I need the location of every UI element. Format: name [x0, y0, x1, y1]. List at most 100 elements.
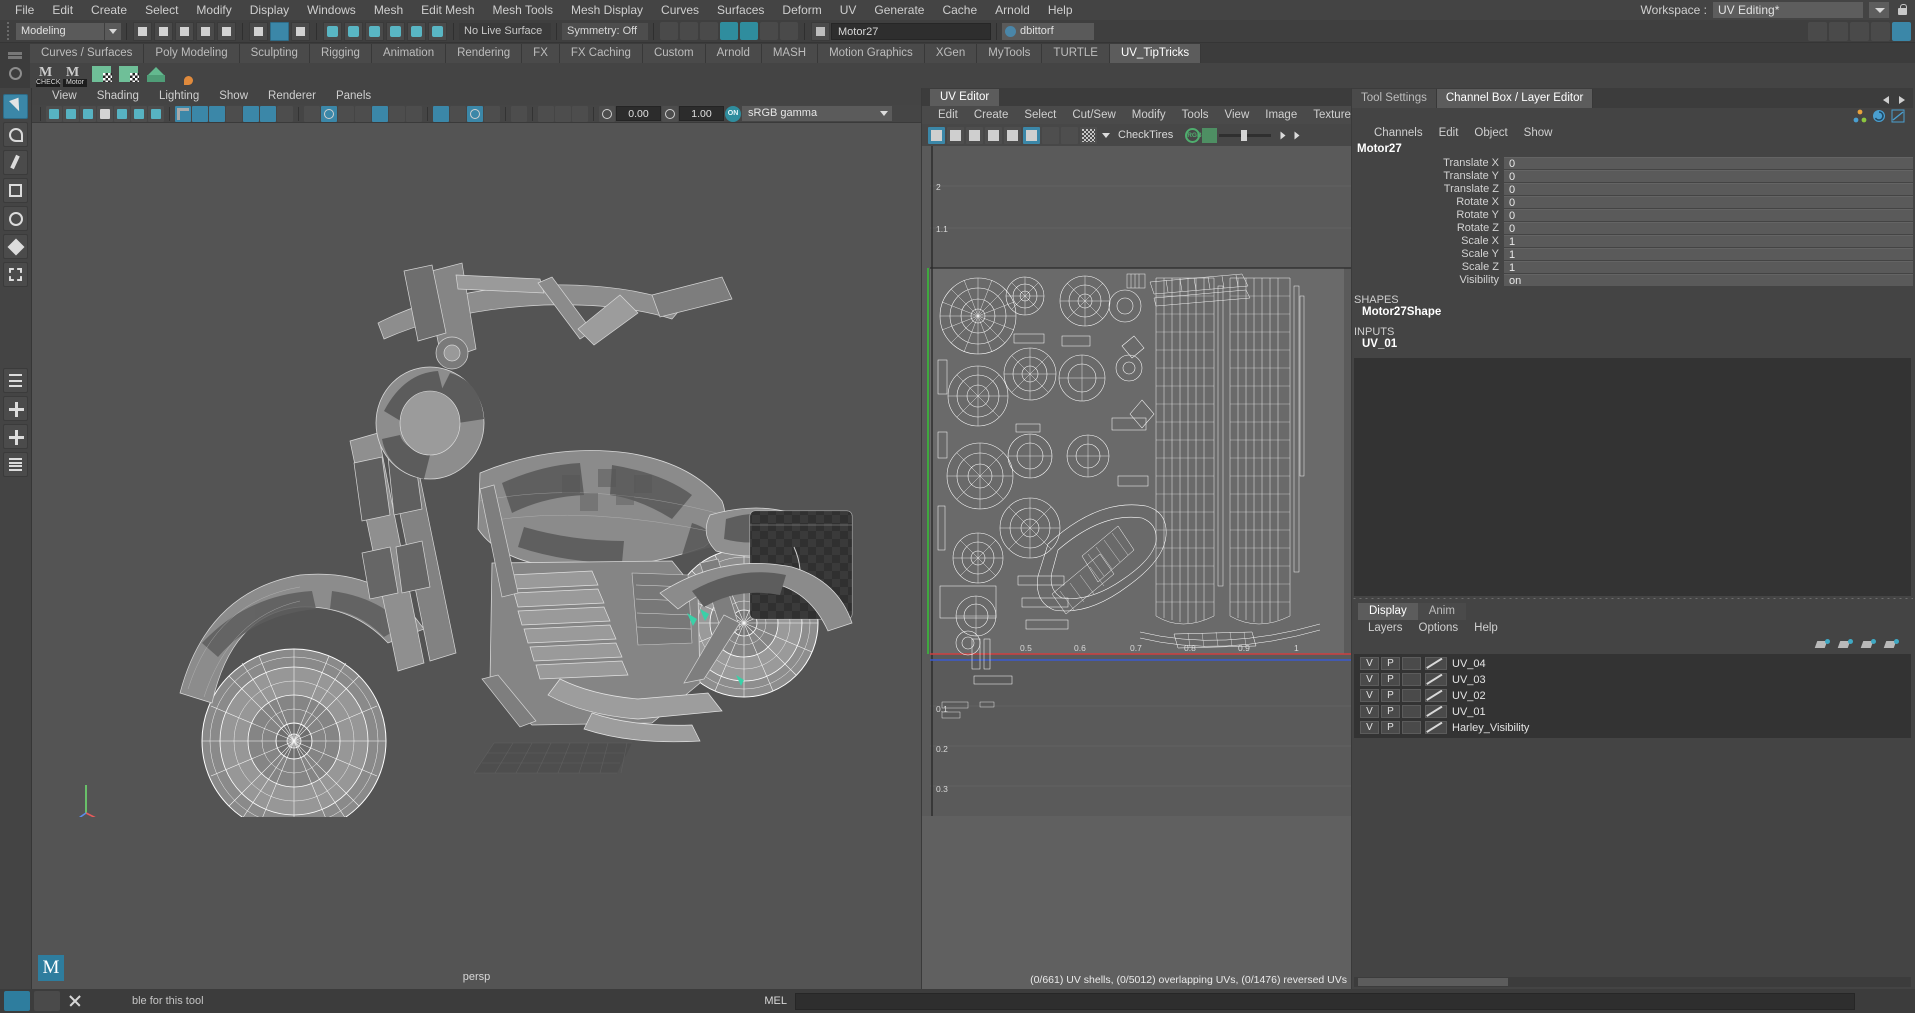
- menu-uv[interactable]: UV: [831, 0, 866, 20]
- menu-set-chevron-down-icon[interactable]: [105, 23, 121, 40]
- layer-visibility-toggle[interactable]: V: [1360, 705, 1379, 718]
- menu-deform[interactable]: Deform: [773, 0, 830, 20]
- layer-name[interactable]: UV_04: [1452, 658, 1486, 670]
- channel-value[interactable]: 0: [1504, 222, 1913, 234]
- menu-mesh-tools[interactable]: Mesh Tools: [484, 0, 562, 20]
- layer-name[interactable]: UV_03: [1452, 674, 1486, 686]
- select-tool-button[interactable]: [3, 94, 28, 119]
- layer-visibility-toggle[interactable]: V: [1360, 673, 1379, 686]
- layer-color-swatch[interactable]: [1425, 657, 1447, 670]
- toolbar-grip[interactable]: [5, 21, 13, 41]
- channel-value[interactable]: on: [1504, 274, 1913, 286]
- tab-uv-editor[interactable]: UV Editor: [930, 89, 999, 106]
- shelf-tab-custom[interactable]: Custom: [643, 44, 706, 63]
- shaded-wireframe-button[interactable]: [355, 106, 371, 122]
- open-scene-button[interactable]: [154, 22, 173, 41]
- new-scene-button[interactable]: [133, 22, 152, 41]
- tab-channel-box-layer-editor[interactable]: Channel Box / Layer Editor: [1437, 89, 1593, 108]
- menu-modify[interactable]: Modify: [187, 0, 240, 20]
- attribute-spreadsheet-icon[interactable]: [1872, 109, 1886, 123]
- layer-row-uv-04[interactable]: V P UV_04: [1354, 656, 1911, 672]
- channelbox-menu-edit[interactable]: Edit: [1431, 127, 1467, 139]
- channel-value[interactable]: 0: [1504, 157, 1913, 169]
- slider-knob[interactable]: [1241, 130, 1247, 141]
- hypershade-layout-button[interactable]: [3, 452, 28, 477]
- shelf-tab-mytools[interactable]: MyTools: [977, 44, 1042, 63]
- graph-editor-icon[interactable]: [1891, 109, 1905, 123]
- xray-joints-button[interactable]: [243, 106, 259, 122]
- user-account-button[interactable]: dbittorf: [1002, 23, 1094, 40]
- exposure-icon[interactable]: [599, 106, 615, 122]
- perspective-viewport[interactable]: persp M: [32, 123, 921, 989]
- resolution-gate-button[interactable]: [209, 106, 225, 122]
- snap-to-grid-button[interactable]: [323, 22, 342, 41]
- uv-toggle-image-button[interactable]: [928, 127, 945, 144]
- menu-set-selector[interactable]: Modeling: [16, 23, 104, 40]
- snap-to-view-plane-button[interactable]: [407, 22, 426, 41]
- four-view-layout-button[interactable]: [3, 368, 28, 393]
- make-live-button[interactable]: [428, 22, 447, 41]
- image-curve-icon[interactable]: [1202, 128, 1217, 143]
- use-all-lights-button[interactable]: [406, 106, 422, 122]
- shelf-tab-sculpting[interactable]: Sculpting: [240, 44, 310, 63]
- modeling-toolkit-icon[interactable]: [1808, 22, 1827, 41]
- lasso-select-tool-button[interactable]: [3, 122, 28, 147]
- shelf-tab-poly-modeling[interactable]: Poly Modeling: [144, 44, 239, 63]
- channelbox-menu-object[interactable]: Object: [1466, 127, 1515, 139]
- layer-row-uv-01[interactable]: V P UV_01: [1354, 704, 1911, 720]
- last-tool-button[interactable]: [3, 262, 28, 287]
- layer-name[interactable]: UV_02: [1452, 690, 1486, 702]
- gate-mask-button[interactable]: [226, 106, 242, 122]
- create-layer-from-selected-icon[interactable]: [1885, 639, 1899, 650]
- xray-mode-button[interactable]: [538, 106, 554, 122]
- persp-outliner-layout-button[interactable]: [3, 424, 28, 449]
- shelf-grip[interactable]: [0, 43, 30, 88]
- check-shelf-icon[interactable]: M CHECK: [36, 64, 60, 87]
- menu-help[interactable]: Help: [1039, 0, 1082, 20]
- shelf-tab-mash[interactable]: MASH: [762, 44, 818, 63]
- grid-toggle-button[interactable]: [175, 106, 191, 122]
- tab-display-layers[interactable]: Display: [1358, 603, 1418, 620]
- uv-texture-borders-button[interactable]: [1004, 127, 1021, 144]
- uv-menu-create[interactable]: Create: [966, 106, 1017, 124]
- flat-shade-button[interactable]: [338, 106, 354, 122]
- menu-file[interactable]: File: [6, 0, 43, 20]
- shadows-button[interactable]: [433, 106, 449, 122]
- viewport-menu-shading[interactable]: Shading: [87, 88, 149, 105]
- camera-attributes-button[interactable]: [63, 106, 79, 122]
- snap-to-curve-button[interactable]: [344, 22, 363, 41]
- shelf-tab-rigging[interactable]: Rigging: [310, 44, 372, 63]
- viewport-menu-lighting[interactable]: Lighting: [149, 88, 209, 105]
- menu-edit-mesh[interactable]: Edit Mesh: [412, 0, 483, 20]
- uv-checker-map-button[interactable]: [1080, 127, 1097, 144]
- layer-name[interactable]: Harley_Visibility: [1452, 722, 1529, 734]
- shelf-tab-fx-caching[interactable]: FX Caching: [560, 44, 643, 63]
- ambient-occlusion-button[interactable]: [450, 106, 466, 122]
- ipr-render-button[interactable]: [700, 22, 718, 40]
- menu-display[interactable]: Display: [241, 0, 298, 20]
- layer-display-type-toggle[interactable]: [1402, 657, 1421, 670]
- layer-list-horizontal-scrollbar[interactable]: [1354, 977, 1911, 987]
- maya-taskbar-icon[interactable]: [4, 991, 30, 1011]
- color-space-selector[interactable]: sRGB gamma: [742, 106, 892, 121]
- move-layer-down-icon[interactable]: [1839, 639, 1853, 650]
- channel-value[interactable]: 0: [1504, 209, 1913, 221]
- undo-button[interactable]: [196, 22, 215, 41]
- channel-value[interactable]: 0: [1504, 183, 1913, 195]
- layer-row-uv-03[interactable]: V P UV_03: [1354, 672, 1911, 688]
- chevron-right-icon[interactable]: [1295, 131, 1300, 139]
- motion-blur-button[interactable]: [467, 106, 483, 122]
- uv-menu-image[interactable]: Image: [1257, 106, 1305, 124]
- scale-tool-button[interactable]: [3, 234, 28, 259]
- menu-windows[interactable]: Windows: [298, 0, 365, 20]
- render-sequence-button[interactable]: [680, 22, 698, 40]
- tab-anim-layers[interactable]: Anim: [1418, 603, 1466, 620]
- gear-icon[interactable]: [9, 67, 22, 80]
- toggle-pause-button[interactable]: [780, 22, 798, 40]
- uv-menu-cut-sew[interactable]: Cut/Sew: [1064, 106, 1123, 124]
- menu-arnold[interactable]: Arnold: [986, 0, 1039, 20]
- channel-value[interactable]: 1: [1504, 235, 1913, 247]
- color-management-toggle[interactable]: ON: [725, 106, 741, 122]
- lock-icon[interactable]: [1895, 2, 1909, 18]
- channel-row-rotate-z[interactable]: Rotate Z 0: [1352, 221, 1913, 234]
